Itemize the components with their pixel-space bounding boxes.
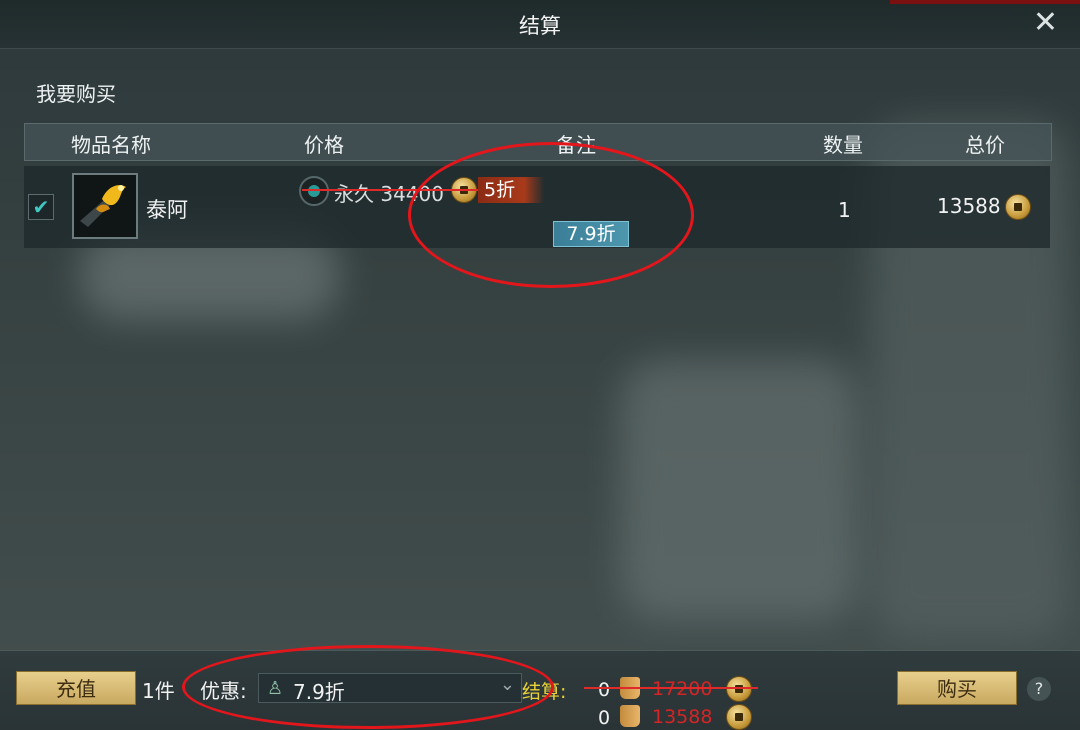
check-icon: ✔ [32,195,50,219]
item-icon [72,173,138,239]
window-title: 结算 [519,14,561,38]
header-total: 总价 [965,133,1005,157]
coin-icon [726,676,752,702]
final-amount: 13588 [652,706,713,728]
original-amount: 17200 [652,678,713,700]
close-icon[interactable]: ✕ [1033,8,1058,38]
coin-icon [1005,194,1031,220]
title-bar: 结算 ✕ [0,0,1080,49]
corner-accent [890,0,1080,4]
item-checkbox[interactable]: ✔ [28,194,54,220]
amount-strikethrough [584,687,758,689]
item-name: 泰阿 [146,198,188,222]
section-label: 我要购买 [36,82,116,106]
sword-icon [74,175,136,237]
settle-zero-1: 0 [598,679,611,701]
header-item-name: 物品名称 [71,133,151,157]
coin-icon [726,704,752,730]
item-total: 13588 [937,194,1001,218]
item-quantity: 1 [838,198,851,222]
background-blob [620,360,860,620]
annotation-ellipse [408,142,694,288]
currency-icon [620,705,640,727]
recharge-button[interactable]: 充值 [16,671,136,705]
header-quantity: 数量 [823,133,863,157]
help-icon[interactable]: ? [1027,677,1051,701]
settle-zero-2: 0 [598,707,611,729]
item-count: 1件 [142,679,175,703]
annotation-ellipse [182,645,554,729]
buy-button[interactable]: 购买 [897,671,1017,705]
price-radio[interactable] [299,176,329,206]
header-price: 价格 [304,133,344,157]
